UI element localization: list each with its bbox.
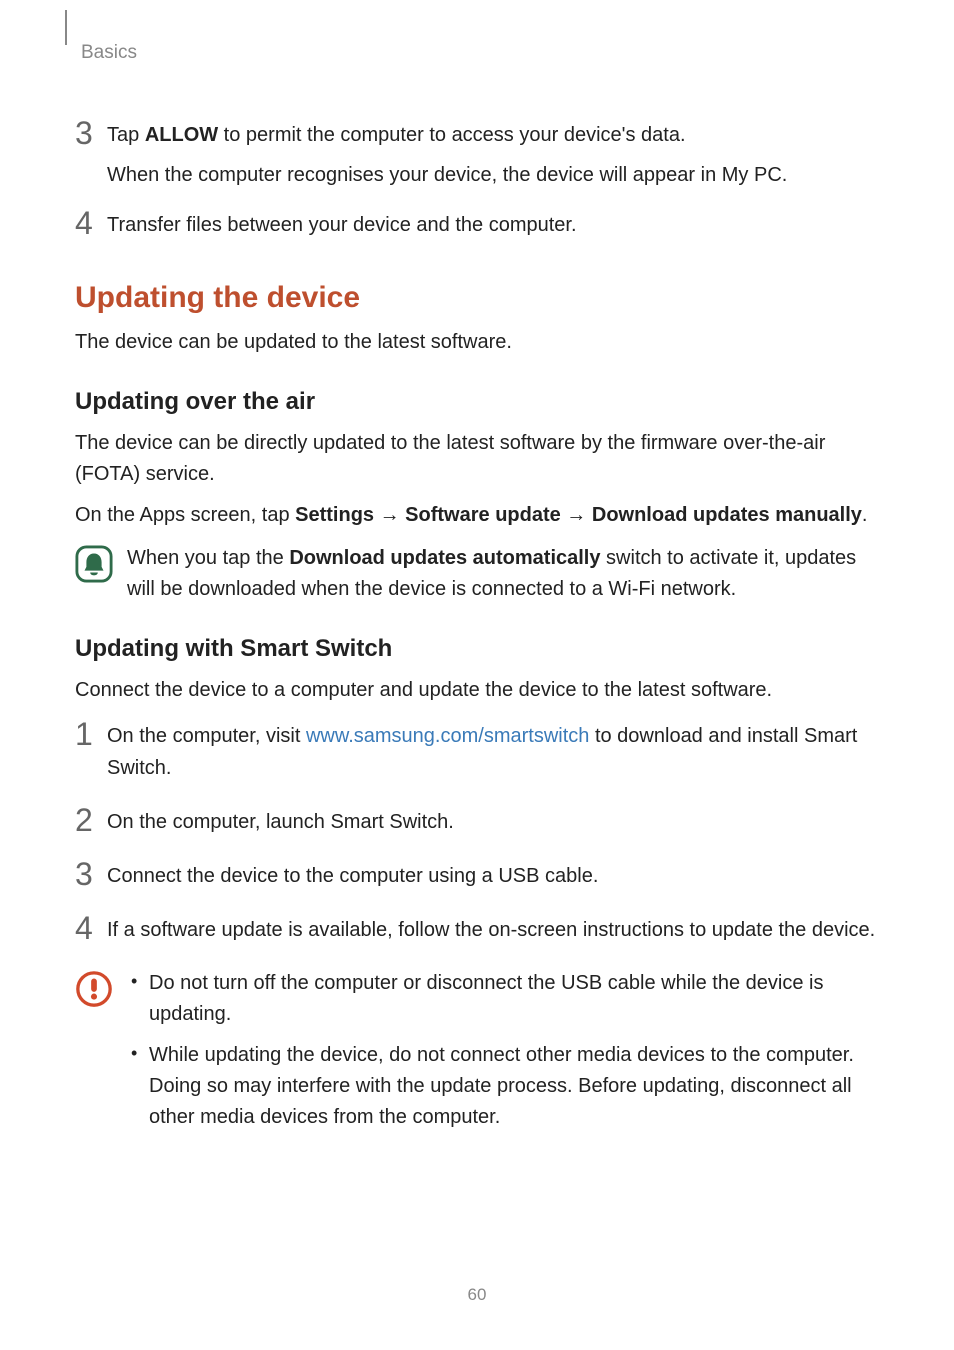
smart-switch-intro: Connect the device to a computer and upd…: [75, 675, 879, 706]
subheading-smart-switch: Updating with Smart Switch: [75, 635, 879, 663]
step-item: 1On the computer, visit www.samsung.com/…: [75, 720, 879, 784]
step-number: 3: [75, 117, 107, 149]
text-fragment: When you tap the: [127, 547, 289, 569]
bold-text: Software update: [405, 504, 561, 526]
bold-text: Download updates manually: [592, 504, 862, 526]
step-item: 3Tap ALLOW to permit the computer to acc…: [75, 119, 879, 191]
page-number: 60: [0, 1285, 954, 1305]
subheading-over-the-air: Updating over the air: [75, 388, 879, 416]
breadcrumb: Basics: [81, 42, 879, 64]
step-item: 3Connect the device to the computer usin…: [75, 860, 879, 892]
caution-item: Do not turn off the computer or disconne…: [127, 968, 879, 1030]
step-item: 4If a software update is available, foll…: [75, 914, 879, 946]
step-text: If a software update is available, follo…: [107, 914, 879, 946]
caution-list: Do not turn off the computer or disconne…: [127, 968, 879, 1143]
text-fragment: If a software update is available, follo…: [107, 919, 875, 941]
top-steps: 3Tap ALLOW to permit the computer to acc…: [75, 119, 879, 241]
section-intro: The device can be updated to the latest …: [75, 327, 879, 358]
text-fragment: Tap: [107, 124, 145, 146]
note-bell-icon: [75, 545, 113, 583]
text-fragment: →: [561, 504, 592, 526]
step-text: Connect the device to the computer using…: [107, 860, 879, 892]
header-divider: [65, 10, 67, 45]
caution-row: Do not turn off the computer or disconne…: [75, 968, 879, 1143]
step-number: 3: [75, 858, 107, 890]
caution-exclamation-icon: [75, 970, 113, 1008]
ota-paragraph-2: On the Apps screen, tap Settings → Softw…: [75, 500, 879, 531]
note-row: When you tap the Download updates automa…: [75, 543, 879, 605]
step-number: 1: [75, 718, 107, 750]
bold-text: ALLOW: [145, 124, 218, 146]
hyperlink[interactable]: www.samsung.com/smartswitch: [306, 725, 589, 747]
step-text: On the computer, visit www.samsung.com/s…: [107, 720, 879, 784]
text-fragment: Connect the device to the computer using…: [107, 865, 598, 887]
ota-paragraph-1: The device can be directly updated to th…: [75, 428, 879, 490]
text-fragment: On the Apps screen, tap: [75, 504, 295, 526]
text-fragment: Transfer files between your device and t…: [107, 214, 577, 236]
step-subtext: When the computer recognises your device…: [107, 159, 879, 191]
bold-text: Download updates automatically: [289, 547, 600, 569]
step-number: 4: [75, 912, 107, 944]
step-text: Transfer files between your device and t…: [107, 209, 879, 241]
text-fragment: On the computer, launch Smart Switch.: [107, 811, 454, 833]
step-item: 4Transfer files between your device and …: [75, 209, 879, 241]
step-text: Tap ALLOW to permit the computer to acce…: [107, 119, 879, 191]
bold-text: Settings: [295, 504, 374, 526]
step-item: 2On the computer, launch Smart Switch.: [75, 806, 879, 838]
smart-switch-steps: 1On the computer, visit www.samsung.com/…: [75, 720, 879, 946]
text-fragment: →: [374, 504, 405, 526]
text-fragment: On the computer, visit: [107, 725, 306, 747]
text-fragment: .: [862, 504, 868, 526]
caution-item: While updating the device, do not connec…: [127, 1040, 879, 1133]
text-fragment: to permit the computer to access your de…: [218, 124, 685, 146]
step-text: On the computer, launch Smart Switch.: [107, 806, 879, 838]
page-content: 3Tap ALLOW to permit the computer to acc…: [75, 119, 879, 1143]
section-heading-updating-device: Updating the device: [75, 281, 879, 315]
step-number: 2: [75, 804, 107, 836]
note-text: When you tap the Download updates automa…: [127, 543, 879, 605]
step-number: 4: [75, 207, 107, 239]
